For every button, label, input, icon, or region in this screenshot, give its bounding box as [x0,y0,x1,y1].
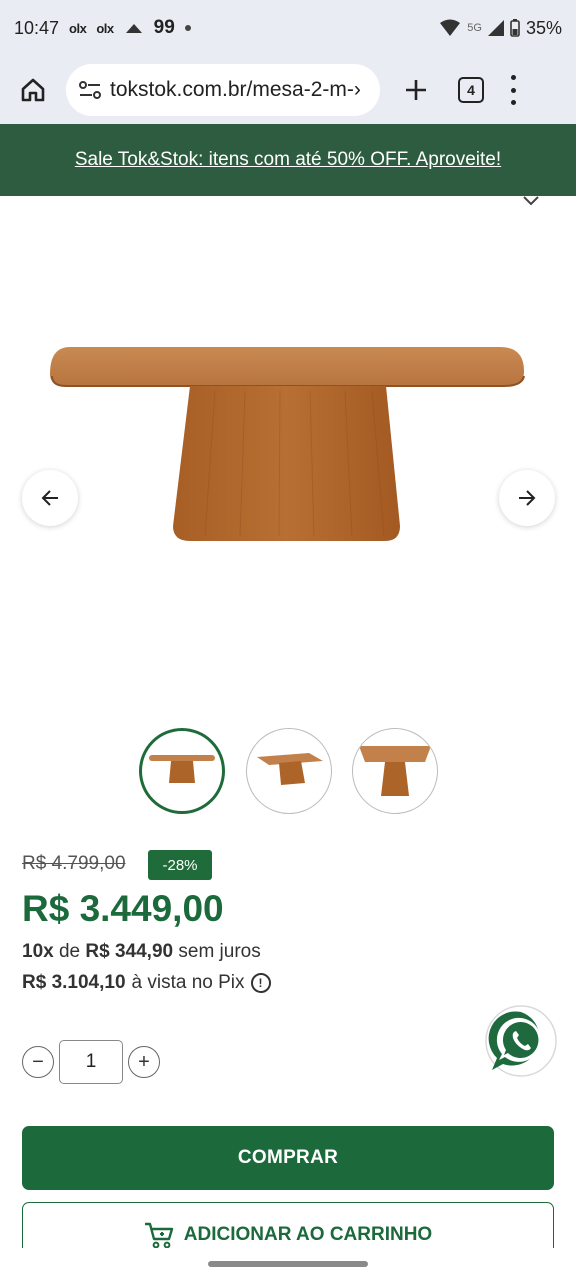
menu-dot-icon [510,87,516,93]
tab-switcher-button[interactable]: 4 [458,77,484,103]
previous-image-button[interactable] [22,470,78,526]
cloud-icon [125,24,142,33]
quantity-increase-button[interactable]: + [128,1046,160,1078]
quantity-decrease-button[interactable]: − [22,1046,54,1078]
new-tab-button[interactable] [394,68,438,112]
add-to-cart-label: ADICIONAR AO CARRINHO [183,1223,433,1245]
promo-banner: Sale Tok&Stok: itens com até 50% OFF. Ap… [0,124,576,196]
wifi-icon [440,19,461,36]
installment-info: 10x de R$ 344,90 sem juros [22,941,261,963]
next-image-button[interactable] [499,470,555,526]
arrow-left-icon [41,490,58,506]
discount-badge: -28% [148,850,212,880]
dot-icon [184,25,191,31]
signal-icon [487,20,504,36]
installment-count: 10x [22,941,54,962]
plus-icon [406,80,426,100]
menu-dot-icon [510,75,516,80]
home-icon [21,78,45,102]
browser-toolbar: tokstok.com.br/mesa-2-m-› 4 [0,56,576,124]
thumbnail-image [149,755,215,783]
olx-app-icon-2: olx [96,20,114,36]
pix-price: R$ 3.104,10 [22,972,126,993]
address-bar[interactable]: tokstok.com.br/mesa-2-m-› [66,64,380,116]
notification-count: 99 [153,17,175,38]
home-indicator[interactable] [208,1261,368,1267]
home-button[interactable] [10,67,56,113]
url-text: tokstok.com.br/mesa-2-m-› [110,78,361,101]
pix-price-info: R$ 3.104,10 à vista no Pix ! [22,972,271,994]
product-image [50,347,525,541]
thumbnail-image [359,746,431,796]
pix-suffix: à vista no Pix [131,972,245,993]
promo-link[interactable]: Sale Tok&Stok: itens com até 50% OFF. Ap… [75,149,501,171]
battery-icon [510,19,520,37]
thumbnail-image [257,753,323,785]
installment-suffix: sem juros [178,941,261,962]
network-label: 5G [467,22,482,34]
installment-of: de [58,941,81,962]
more-menu-button[interactable] [508,75,518,105]
whatsapp-icon[interactable] [484,1004,558,1078]
arrow-right-icon [519,490,536,506]
cart-icon [144,1222,173,1248]
installment-value: R$ 344,90 [85,941,174,962]
product-image-carousel[interactable] [0,196,576,716]
old-price: R$ 4.799,00 [22,853,126,874]
status-time: 10:47 [14,17,60,38]
quantity-input[interactable]: 1 [59,1040,123,1084]
thumbnail-1[interactable] [139,728,225,814]
tune-icon[interactable] [78,80,102,100]
thumbnail-3[interactable] [352,728,438,814]
buy-button[interactable]: COMPRAR [22,1126,554,1190]
thumbnail-strip [0,726,576,816]
battery-percent: 35% [525,17,562,38]
thumbnail-2[interactable] [246,728,332,814]
olx-app-icon: olx [69,20,87,36]
info-icon[interactable]: ! [250,973,271,993]
menu-dot-icon [510,100,516,105]
current-price: R$ 3.449,00 [22,888,224,929]
status-bar: 10:47 olx olx 99 5G 35% [0,0,576,56]
